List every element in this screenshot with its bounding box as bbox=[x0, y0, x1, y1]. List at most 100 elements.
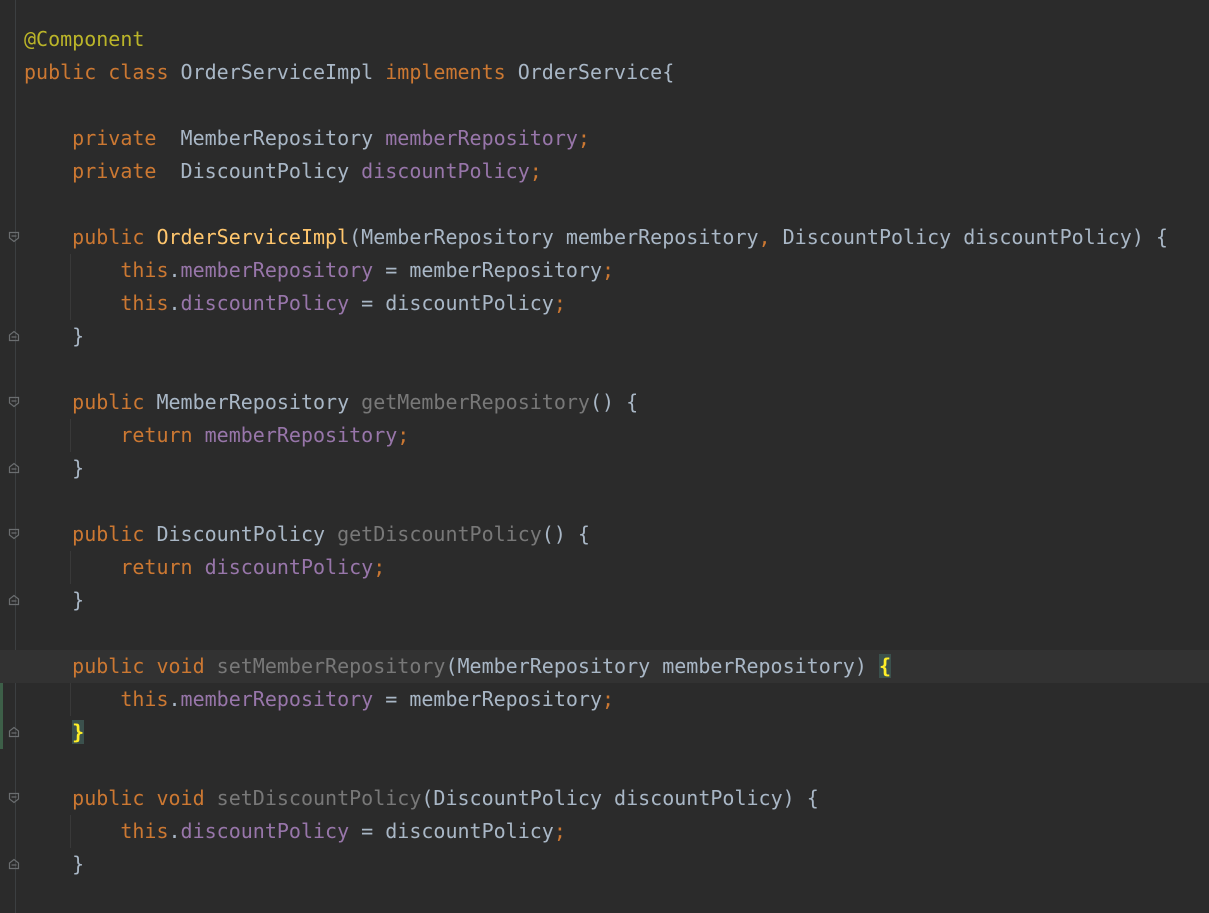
indent-guide bbox=[70, 815, 71, 848]
code-token: = discountPolicy bbox=[349, 291, 554, 315]
code-token: discountPolicy bbox=[180, 291, 350, 315]
code-token: DiscountPolicy discountPolicy) { bbox=[782, 225, 1168, 249]
code-token: discountPolicy bbox=[361, 159, 530, 183]
code-token: () { bbox=[541, 522, 590, 546]
code-line[interactable]: public MemberRepository getMemberReposit… bbox=[24, 386, 1209, 419]
code-token: public void bbox=[72, 654, 217, 678]
code-line[interactable] bbox=[24, 89, 1209, 122]
fold-start-icon[interactable] bbox=[8, 231, 20, 243]
indent-guide bbox=[70, 419, 71, 452]
fold-end-icon[interactable] bbox=[8, 594, 20, 606]
code-token: . bbox=[168, 291, 181, 315]
fold-end-icon[interactable] bbox=[8, 726, 20, 738]
code-line[interactable]: private DiscountPolicy discountPolicy; bbox=[24, 155, 1209, 188]
code-line[interactable]: } bbox=[24, 452, 1209, 485]
fold-end-icon[interactable] bbox=[8, 462, 20, 474]
code-token: private bbox=[72, 159, 181, 183]
code-token: public bbox=[72, 522, 157, 546]
code-line[interactable]: this.memberRepository = memberRepository… bbox=[24, 683, 1209, 716]
code-token: public bbox=[72, 225, 157, 249]
code-line[interactable]: } bbox=[24, 848, 1209, 881]
code-token: public class bbox=[24, 60, 181, 84]
code-token: DiscountPolicy bbox=[156, 522, 338, 546]
indent-guide bbox=[70, 551, 71, 584]
code-line[interactable]: return memberRepository; bbox=[24, 419, 1209, 452]
code-line[interactable] bbox=[24, 485, 1209, 518]
code-token: MemberRepository bbox=[180, 126, 386, 150]
code-line[interactable]: public void setMemberRepository(MemberRe… bbox=[0, 650, 1209, 683]
code-line[interactable] bbox=[24, 749, 1209, 782]
vcs-change-marker[interactable] bbox=[0, 683, 3, 716]
code-area[interactable]: @Component public class OrderServiceImpl … bbox=[0, 23, 1209, 881]
indent-guide bbox=[70, 254, 71, 287]
code-token: ; bbox=[601, 687, 615, 711]
code-token: . bbox=[168, 687, 181, 711]
code-token: OrderServiceImpl bbox=[156, 225, 350, 249]
code-line[interactable]: } bbox=[24, 320, 1209, 353]
code-token: } bbox=[24, 456, 85, 480]
code-line[interactable]: } bbox=[24, 584, 1209, 617]
fold-end-icon[interactable] bbox=[8, 858, 20, 870]
editor-gutter[interactable] bbox=[0, 0, 20, 913]
code-line[interactable]: this.memberRepository = memberRepository… bbox=[24, 254, 1209, 287]
code-token: setDiscountPolicy bbox=[216, 786, 422, 810]
code-token: . bbox=[168, 258, 181, 282]
code-token: ; bbox=[553, 291, 566, 315]
fold-start-icon[interactable] bbox=[8, 396, 20, 408]
code-token: ; bbox=[529, 159, 542, 183]
fold-end-icon[interactable] bbox=[8, 330, 20, 342]
code-token: ; bbox=[397, 423, 410, 447]
code-line[interactable]: private MemberRepository memberRepositor… bbox=[24, 122, 1209, 155]
code-token: () { bbox=[589, 390, 639, 414]
code-line[interactable]: this.discountPolicy = discountPolicy; bbox=[24, 815, 1209, 848]
code-token: } bbox=[24, 852, 85, 876]
indent-guide bbox=[70, 287, 71, 320]
code-line[interactable]: public DiscountPolicy getDiscountPolicy(… bbox=[24, 518, 1209, 551]
vcs-change-marker[interactable] bbox=[0, 716, 3, 749]
code-line[interactable]: public OrderServiceImpl(MemberRepository… bbox=[24, 221, 1209, 254]
code-line[interactable]: return discountPolicy; bbox=[24, 551, 1209, 584]
code-token: OrderService{ bbox=[517, 60, 675, 84]
gutter-divider bbox=[15, 0, 16, 913]
code-token: ; bbox=[601, 258, 615, 282]
code-token: } bbox=[24, 588, 85, 612]
matched-brace: { bbox=[878, 654, 891, 678]
code-token: , bbox=[758, 225, 783, 249]
code-line[interactable]: this.discountPolicy = discountPolicy; bbox=[24, 287, 1209, 320]
code-token: = memberRepository bbox=[373, 687, 602, 711]
matched-brace: } bbox=[72, 720, 85, 744]
code-editor[interactable]: @Component public class OrderServiceImpl … bbox=[0, 0, 1209, 913]
code-token: getMemberRepository bbox=[361, 390, 590, 414]
code-line[interactable] bbox=[24, 188, 1209, 221]
code-line[interactable] bbox=[24, 617, 1209, 650]
code-line[interactable]: public void setDiscountPolicy(DiscountPo… bbox=[24, 782, 1209, 815]
code-token: memberRepository bbox=[180, 687, 374, 711]
code-token: setMemberRepository bbox=[216, 654, 446, 678]
code-line[interactable]: } bbox=[24, 716, 1209, 749]
code-token: memberRepository bbox=[180, 258, 374, 282]
code-token: return bbox=[120, 555, 205, 579]
code-token: OrderServiceImpl bbox=[180, 60, 386, 84]
indent-guide bbox=[70, 683, 71, 716]
fold-start-icon[interactable] bbox=[8, 792, 20, 804]
code-token: DiscountPolicy bbox=[180, 159, 362, 183]
code-token: (DiscountPolicy discountPolicy) { bbox=[421, 786, 819, 810]
code-token: discountPolicy bbox=[204, 555, 374, 579]
code-line[interactable] bbox=[24, 353, 1209, 386]
code-token: ; bbox=[577, 126, 590, 150]
code-token: memberRepository bbox=[385, 126, 578, 150]
code-token: implements bbox=[385, 60, 518, 84]
code-line[interactable]: @Component bbox=[24, 23, 1209, 56]
code-token: public void bbox=[72, 786, 217, 810]
code-line[interactable]: public class OrderServiceImpl implements… bbox=[24, 56, 1209, 89]
fold-start-icon[interactable] bbox=[8, 528, 20, 540]
code-token: ; bbox=[373, 555, 386, 579]
code-token: = memberRepository bbox=[373, 258, 602, 282]
